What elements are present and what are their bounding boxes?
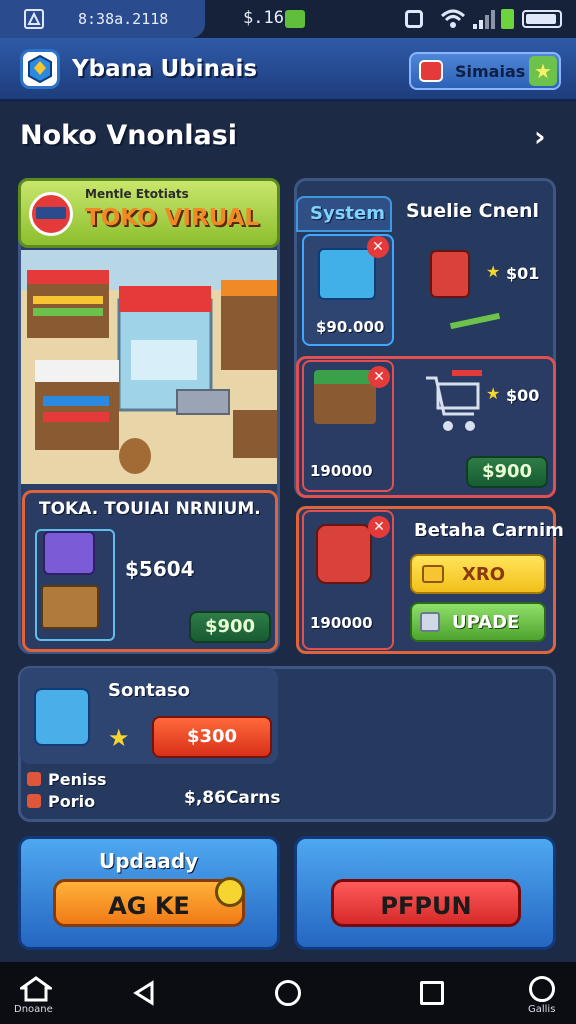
pfpun-button[interactable]: PFPUN — [331, 879, 521, 927]
status-time: 8:38a.2118 — [78, 10, 169, 28]
status-battery-text: $.16 — [243, 8, 284, 28]
home-circle-icon[interactable] — [275, 980, 301, 1006]
buy-label: XRO — [462, 564, 506, 585]
close-icon[interactable]: ✕ — [367, 236, 389, 258]
stat-2-icon — [27, 794, 41, 808]
toko-title: TOKA. TOUIAI NRNIUM. — [39, 499, 261, 519]
app-title: Ybana Ubinais — [72, 56, 258, 82]
close-icon-3[interactable]: ✕ — [368, 516, 390, 538]
upgrade-title: Betaha Carnim — [414, 520, 564, 541]
battery-icon — [522, 10, 562, 28]
stall-3 — [221, 280, 277, 370]
upgrade-icon — [420, 612, 440, 632]
item-2-side-price: $00 — [506, 386, 540, 405]
toko-card[interactable]: TOKA. TOUIAI NRNIUM. $5604 $900 — [22, 490, 278, 652]
coin-icon — [422, 565, 444, 583]
close-icon-2[interactable]: ✕ — [368, 366, 390, 388]
stall-4 — [35, 360, 119, 450]
simaias-button[interactable]: Simaias ★ — [409, 52, 561, 90]
star-small-icon-2: ★ — [486, 384, 501, 403]
crate-icon — [41, 585, 99, 629]
total-label: $,86Carns — [184, 788, 281, 808]
back-icon[interactable] — [132, 980, 156, 1010]
power-icon[interactable] — [529, 976, 555, 1002]
stall-1 — [27, 270, 109, 338]
item-1-price: $90.000 — [316, 318, 385, 336]
stat-2-label: Porio — [48, 792, 96, 811]
shop-subtitle: Mentle Etotiats — [85, 187, 189, 201]
app-logo-icon[interactable] — [20, 49, 60, 89]
left-action-panel: Updaady AG KE — [18, 836, 280, 950]
toko-price: $5604 — [125, 557, 195, 581]
home-label: Dnoane — [14, 1004, 53, 1015]
shop-badge-icon — [29, 192, 73, 236]
shop-title: TOKO VIRUAL — [85, 205, 260, 231]
atm-icon — [34, 688, 90, 746]
section-title: Noko Vnonlasi — [20, 120, 238, 151]
sontaso-title: Sontaso — [108, 680, 190, 701]
upgrade-button[interactable]: UPADE — [410, 602, 546, 642]
jar-icon — [430, 250, 470, 298]
hut-icon — [314, 370, 376, 424]
sontaso-card[interactable]: Sontaso ★ $300 — [20, 668, 278, 764]
item-1-side-price: $01 — [506, 264, 540, 283]
stat-1-icon — [27, 772, 41, 786]
machine-icon — [318, 248, 376, 300]
coin-badge-icon — [215, 877, 245, 907]
notification-icon — [24, 9, 44, 29]
star-icon-3: ★ — [108, 724, 130, 752]
item-2-price: 190000 — [310, 462, 373, 480]
box-icon — [43, 531, 95, 575]
star-small-icon: ★ — [486, 262, 501, 281]
system-header: Suelie Cnenl — [406, 200, 540, 222]
alarm-icon — [405, 10, 423, 28]
star-icon: ★ — [529, 56, 557, 86]
upgrade-label: UPADE — [452, 612, 520, 633]
battery-indicator — [501, 9, 514, 29]
chevron-right-icon[interactable]: › — [534, 120, 546, 153]
simaias-label: Simaias — [455, 62, 526, 81]
upgrade-price: 190000 — [310, 614, 373, 632]
battery-chip-icon — [285, 10, 305, 28]
right-action-panel: PFPUN — [294, 836, 556, 950]
system-tab[interactable]: System — [296, 196, 392, 232]
home-icon[interactable] — [17, 976, 55, 1006]
wifi-icon — [440, 8, 466, 34]
right-label: Gallis — [528, 1004, 556, 1015]
cart-icon — [422, 370, 484, 444]
signal-icon — [472, 8, 498, 34]
recents-icon[interactable] — [420, 981, 444, 1005]
gift-icon — [419, 60, 443, 82]
item-2-buy-button[interactable]: $900 — [466, 456, 548, 488]
sontaso-price-button[interactable]: $300 — [152, 716, 272, 758]
kettle-icon — [316, 524, 372, 584]
system-tab-label: System — [310, 203, 385, 224]
buy-button[interactable]: XRO — [410, 554, 546, 594]
shop-illustration — [21, 250, 277, 484]
stat-1-label: Peniss — [48, 770, 107, 789]
shop-banner: Mentle Etotiats TOKO VIRUAL — [18, 178, 280, 248]
toko-buy-button[interactable]: $900 — [189, 611, 271, 643]
left-action-title: Updaady — [99, 849, 199, 873]
